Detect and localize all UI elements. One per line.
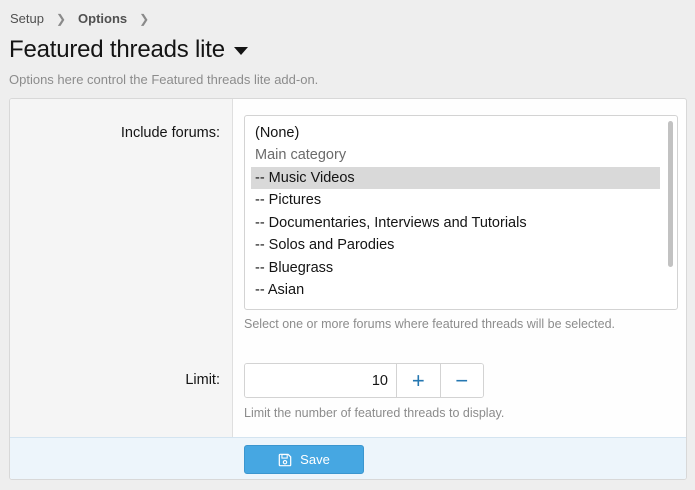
caret-down-icon[interactable]: [233, 47, 248, 55]
listbox-scrollbar[interactable]: [668, 118, 675, 307]
chevron-right-icon: ❯: [139, 11, 150, 26]
breadcrumb-options[interactable]: Options: [78, 11, 127, 26]
breadcrumb-setup[interactable]: Setup: [10, 11, 44, 26]
limit-hint: Limit the number of featured threads to …: [244, 406, 505, 420]
list-option[interactable]: -- Documentaries, Interviews and Tutoria…: [251, 212, 660, 234]
save-button-label: Save: [300, 452, 330, 467]
breadcrumb: Setup ❯ Options ❯: [10, 11, 161, 26]
list-option[interactable]: -- Bluegrass: [251, 257, 660, 279]
floppy-disk-icon: [278, 453, 292, 466]
page-title: Featured threads lite: [9, 36, 225, 63]
options-page: Setup ❯ Options ❯ Featured threads lite …: [0, 0, 695, 490]
list-optgroup: Main category: [255, 147, 347, 163]
limit-number-box: + −: [244, 363, 484, 398]
chevron-right-icon: ❯: [55, 11, 67, 26]
include-forums-label: Include forums:: [120, 125, 220, 141]
include-forums-hint: Select one or more forums where featured…: [244, 317, 616, 331]
list-option[interactable]: -- Solos and Parodies: [251, 234, 660, 256]
list-option[interactable]: -- Asian: [251, 279, 660, 301]
decrement-button[interactable]: −: [439, 364, 483, 397]
form-footer: Save: [10, 437, 686, 479]
limit-label: Limit:: [185, 372, 220, 388]
limit-input[interactable]: [245, 364, 396, 397]
options-form: Include forums: Limit: (None) Main categ…: [9, 98, 687, 480]
save-button[interactable]: Save: [244, 445, 364, 474]
list-option[interactable]: -- Pictures: [251, 189, 660, 211]
label-column: Include forums: Limit:: [10, 99, 233, 437]
list-option-selected[interactable]: -- Music Videos: [251, 167, 660, 189]
increment-button[interactable]: +: [396, 364, 440, 397]
scrollbar-thumb[interactable]: [668, 121, 673, 267]
page-description: Options here control the Featured thread…: [9, 72, 319, 87]
include-forums-select[interactable]: (None) Main category -- Music Videos -- …: [244, 115, 678, 310]
title-row: Featured threads lite: [9, 36, 248, 64]
list-option[interactable]: (None): [251, 122, 660, 144]
